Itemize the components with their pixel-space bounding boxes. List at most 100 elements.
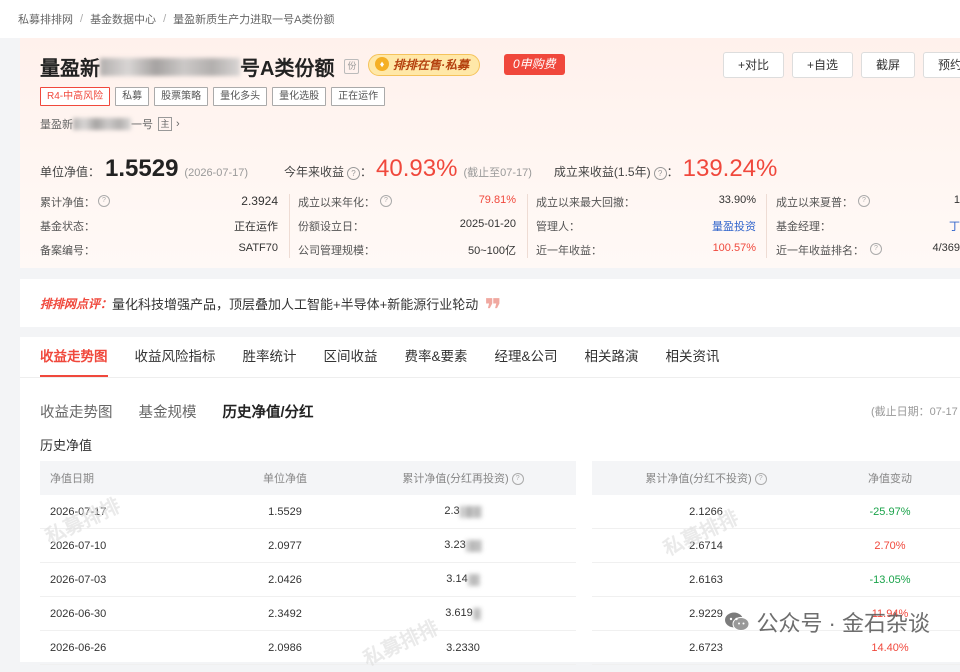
table-row: 2.6163 -13.05% [592,563,960,597]
table-row: 2026-06-30 2.3492 3.619 [40,597,576,631]
since-inception-value: 139.24% [682,155,778,182]
nav-change-cell: -13.05% [869,573,911,586]
cum-nav-reinvest-cell: 3.23 [350,539,576,552]
nav-change-cell: 14.40% [871,641,909,654]
nav-change-cell: 2.70% [874,539,906,552]
breadcrumb: 私募排排网 / 基金数据中心 / 量盈新质生产力进取一号A类份额 [0,0,960,38]
breadcrumb-data-center[interactable]: 基金数据中心 [90,11,156,27]
main-tabs: 收益走势图 收益风险指标 胜率统计 区间收益 费率&要素 经理&公司 相关路演 … [40,337,747,377]
review-label: 排排网点评： [40,296,113,311]
one-year-return-value: 100.57% [712,242,756,254]
tag: 正在运作 [331,87,386,106]
compare-button[interactable]: +对比 [723,52,785,78]
tab-risk-metrics[interactable]: 收益风险指标 [135,337,216,377]
tab-manager-company[interactable]: 经理&公司 [495,337,558,377]
redacted-value [459,505,482,518]
help-icon[interactable]: ? [653,167,667,180]
table-header: 累计净值(分红不投资)? 净值变动 [592,461,960,495]
cum-nav-reinvest-cell: 2.3 [350,505,576,518]
sharpe-value: 1 [953,194,960,206]
callback-button[interactable]: 预约回电 [923,52,960,78]
cum-nav-reinvest-cell: 3.619 [350,607,576,620]
nav-date-cell: 2026-06-26 [50,641,107,654]
redacted-value [472,607,481,620]
chevron-right-icon: › [176,118,180,130]
divider [20,377,960,378]
fund-title-suffix: 号A类份额 [240,58,335,80]
tag: 私募 [115,87,150,106]
column-header: 净值变动 [868,473,912,485]
tab-period-return[interactable]: 区间收益 [324,337,378,377]
subtab-fund-size[interactable]: 基金规模 [139,401,197,422]
help-icon[interactable]: ? [754,473,767,486]
fund-manager-link[interactable]: 丁 [920,218,960,234]
stat-label: 累计净值： [40,197,95,209]
screenshot-button[interactable]: 截屏 [861,52,916,78]
watermark-text: 公众号 · 金石杂谈 [756,611,930,636]
divider [289,194,290,258]
tab-roadshow[interactable]: 相关路演 [585,337,639,377]
fund-header-panel: 量盈新 号A类份额 份 ♦ 排排在售·私募 0申购费 +对比 +自选 截屏 预约… [20,38,960,268]
parent-fund-link[interactable]: 量盈新 一号 主 › [40,116,180,132]
help-icon[interactable]: ? [511,473,524,486]
unit-nav-cell: 2.0986 [268,641,302,654]
breadcrumb-home[interactable]: 私募排排网 [18,11,73,27]
help-icon[interactable]: ? [870,243,882,255]
inception-date-value: 2025-01-20 [459,218,516,230]
on-sale-badge[interactable]: ♦ 排排在售·私募 [368,54,480,76]
nav-value: 1.5529 [105,155,179,182]
table-header: 净值日期 单位净值 累计净值(分红再投资)? [40,461,576,495]
nav-date: (2026-07-17) [184,167,249,179]
help-icon[interactable]: ? [858,195,870,207]
table-row: 2026-07-03 2.0426 3.14 [40,563,576,597]
table-row: 2026-06-26 2.0986 3.2330 [40,631,576,665]
unit-nav-cell: 1.5529 [268,505,302,518]
stat-label: 管理人： [536,221,580,233]
stat-label: 近一年收益排名： [776,245,864,257]
stat-label: 份额设立日： [298,221,364,233]
divider [527,194,528,258]
since-inception-label: 成立来收益(1.5年) [553,165,651,179]
fund-title-prefix: 量盈新 [40,58,100,80]
manager-link[interactable]: 量盈投资 [676,218,756,234]
subtab-history-nav[interactable]: 历史净值/分红 [223,401,314,422]
main-share-icon: 主 [158,117,172,131]
column-header: 净值日期 [50,473,94,485]
help-icon[interactable]: ? [380,195,392,207]
help-icon[interactable]: ? [98,195,110,207]
ranking-value: 4/369 [932,242,960,254]
headline-metrics: 单位净值： 1.5529 (2026-07-17) 今年来收益 ?： 40.93… [40,155,778,182]
redacted-name [100,57,240,76]
tab-return-chart[interactable]: 收益走势图 [40,337,108,377]
help-icon[interactable]: ? [347,167,361,180]
tab-fees[interactable]: 费率&要素 [405,337,468,377]
sub-tabs: 收益走势图 基金规模 历史净值/分红 [40,401,314,422]
tab-win-rate[interactable]: 胜率统计 [243,337,297,377]
cumulative-nav-value: 2.3924 [241,194,278,208]
unit-nav-cell: 2.0977 [268,539,302,552]
cum-nav-no-reinvest-cell: 2.6723 [689,641,723,654]
stat-label: 公司管理规模： [298,245,375,257]
ytd-value: 40.93% [376,155,458,182]
stat-label: 基金经理： [776,221,831,233]
risk-tag: R4-中高风险 [40,87,111,106]
wechat-icon [725,612,750,631]
divider [766,194,767,258]
subtab-return-chart[interactable]: 收益走势图 [40,401,113,422]
tab-news[interactable]: 相关资讯 [666,337,720,377]
watchlist-button[interactable]: +自选 [792,52,854,78]
table-row: 2.6714 2.70% [592,529,960,563]
history-nav-table-left: 净值日期 单位净值 累计净值(分红再投资)? 2026-07-17 1.5529… [40,461,576,665]
parent-fund-suffix: 一号 [131,119,153,131]
wechat-watermark: 公众号 · 金石杂谈 [724,606,930,638]
share-class-icon[interactable]: 份 [344,59,360,74]
filing-number-value: SATF70 [238,242,278,254]
breadcrumb-current: 量盈新质生产力进取一号A类份额 [173,14,335,26]
stat-label: 备案编号： [40,245,95,257]
stat-label: 成立以来最大回撤： [536,197,635,209]
cum-nav-reinvest-cell: 3.14 [350,573,576,586]
max-drawdown-value: 33.90% [718,194,756,206]
table-row: 2026-07-10 2.0977 3.23 [40,529,576,563]
stat-label: 近一年收益： [536,245,602,257]
tag: 量化选股 [272,87,327,106]
